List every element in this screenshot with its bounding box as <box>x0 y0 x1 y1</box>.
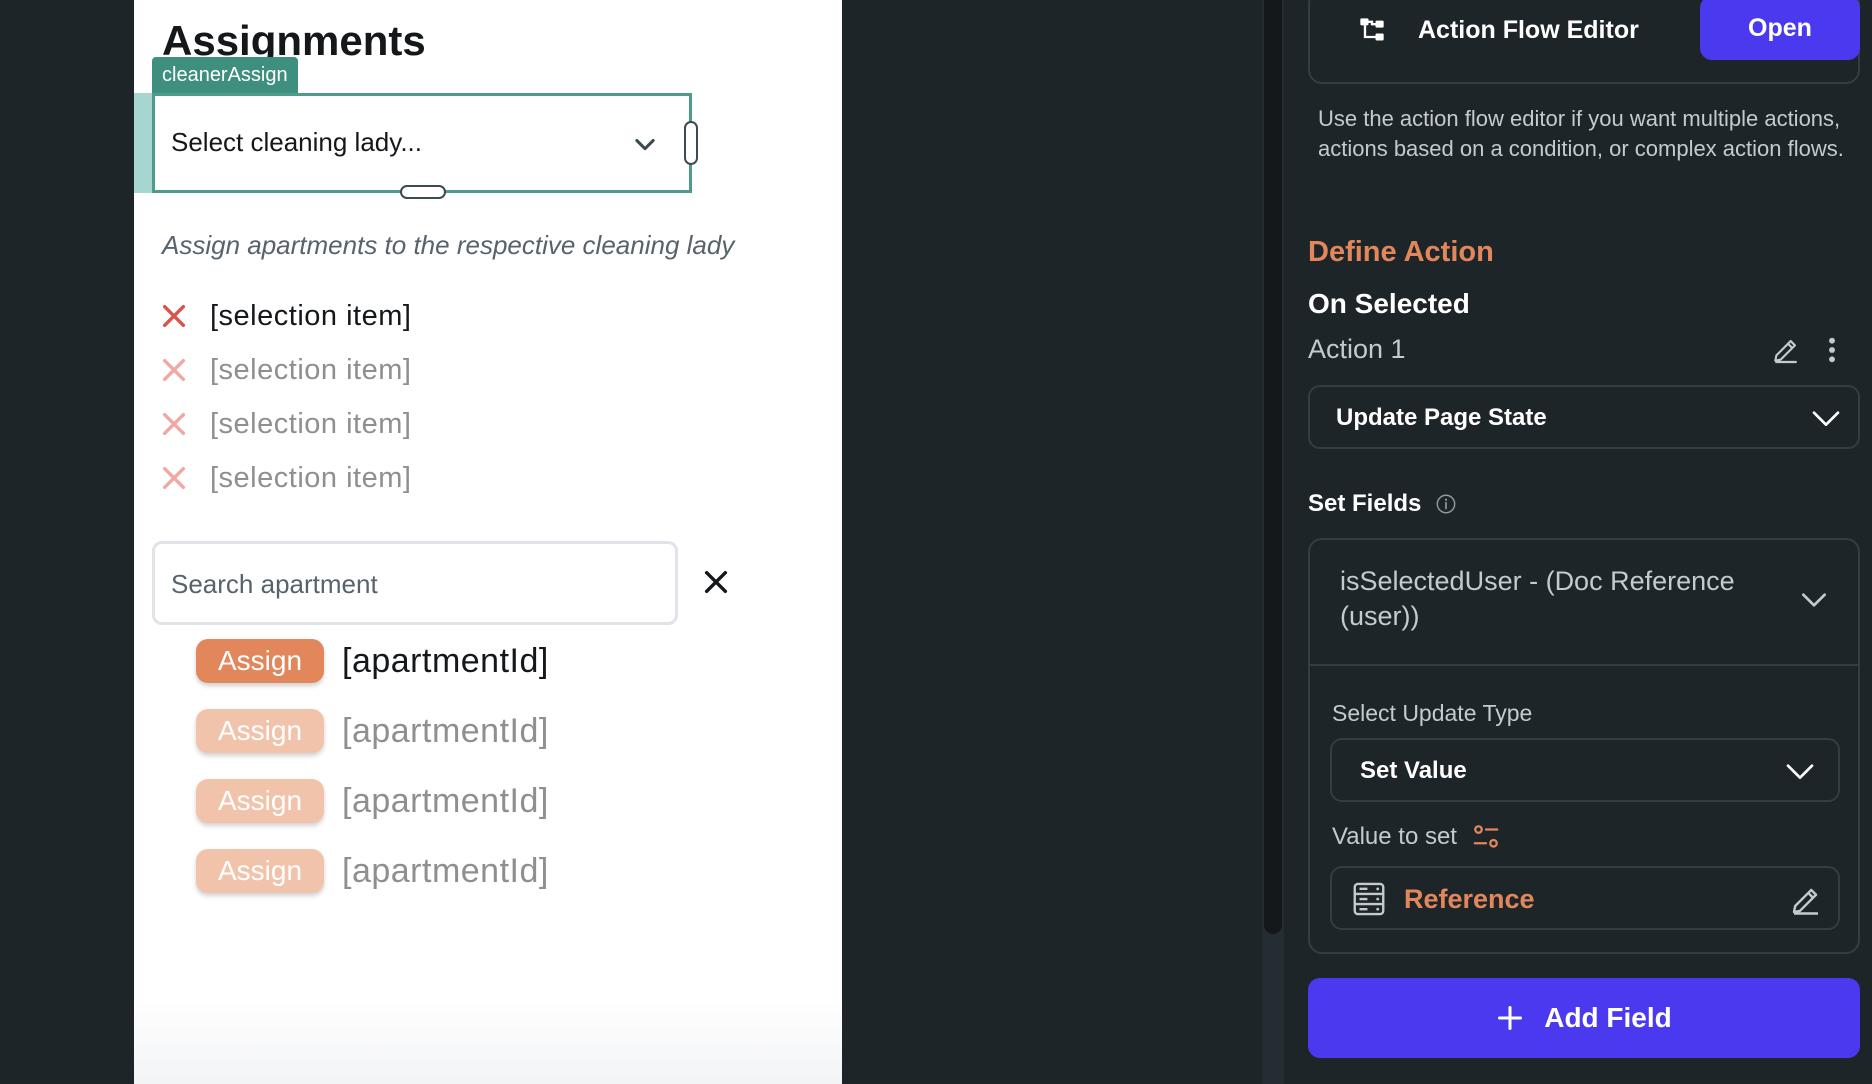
phone-preview: Assignments cleanerAssign Select cleanin… <box>134 0 842 1084</box>
resize-handle-bottom[interactable] <box>400 185 446 199</box>
search-apartment-input[interactable]: Search apartment <box>152 541 678 625</box>
open-action-flow-editor-button[interactable]: Open <box>1700 0 1860 60</box>
chevron-down-icon <box>1812 411 1840 426</box>
apartment-id: [apartmentId] <box>342 711 549 750</box>
chevron-down-icon <box>1802 593 1826 607</box>
selection-handle-bar <box>134 93 152 193</box>
action-type-value: Update Page State <box>1336 404 1547 431</box>
field-name: isSelectedUser - (Doc Reference (user)) <box>1340 566 1735 631</box>
selection-item-label: [selection item] <box>210 353 412 386</box>
close-icon[interactable] <box>158 408 190 440</box>
selection-item: [selection item] <box>158 404 411 444</box>
apartment-id: [apartmentId] <box>342 641 549 680</box>
flow-icon <box>1360 18 1384 41</box>
action-flow-editor-description: Use the action flow editor if you want m… <box>1318 106 1844 161</box>
close-icon[interactable] <box>158 300 190 332</box>
define-action-heading: Define Action <box>1308 236 1494 268</box>
pencil-icon[interactable] <box>1788 882 1824 918</box>
more-vertical-icon[interactable] <box>1824 334 1840 366</box>
trigger-label: On Selected <box>1308 288 1470 319</box>
apartment-row: Assign [apartmentId] <box>196 637 549 685</box>
selection-item-label: [selection item] <box>210 299 412 332</box>
chevron-down-icon <box>635 138 655 151</box>
panel-scrollbar-thumb[interactable] <box>1264 0 1282 934</box>
resize-handle-right[interactable] <box>684 121 698 165</box>
selection-item: [selection item] <box>158 296 411 336</box>
selection-item: [selection item] <box>158 458 411 498</box>
assign-button[interactable]: Assign <box>196 779 324 823</box>
update-type-value: Set Value <box>1360 757 1467 784</box>
action-type-dropdown[interactable]: Update Page State <box>1308 385 1860 449</box>
plus-icon <box>1498 1005 1523 1031</box>
add-field-button[interactable]: Add Field <box>1308 978 1860 1058</box>
update-type-label: Select Update Type <box>1332 700 1533 726</box>
action-flow-editor-title: Action Flow Editor <box>1418 16 1639 44</box>
apartment-id: [apartmentId] <box>342 851 549 890</box>
set-fields-text: Set Fields <box>1308 490 1422 517</box>
widget-name-tag: cleanerAssign <box>152 57 298 93</box>
field-header[interactable]: isSelectedUser - (Doc Reference (user)) <box>1310 540 1858 666</box>
properties-panel: Action Flow Editor Open Use the action f… <box>1284 0 1872 1084</box>
pencil-icon[interactable] <box>1770 334 1802 366</box>
apartment-row: Assign [apartmentId] <box>196 847 549 895</box>
selection-item-label: [selection item] <box>210 407 412 440</box>
update-type-dropdown[interactable]: Set Value <box>1330 738 1840 802</box>
selection-item-label: [selection item] <box>210 461 412 494</box>
info-icon[interactable] <box>1435 493 1457 515</box>
action-flow-editor-card: Action Flow Editor Open <box>1308 0 1860 84</box>
search-placeholder: Search apartment <box>171 569 378 599</box>
close-icon[interactable] <box>158 462 190 494</box>
assign-hint-text: Assign apartments to the respective clea… <box>162 230 735 260</box>
add-field-label: Add Field <box>1544 1002 1672 1033</box>
cleaner-dropdown[interactable]: Select cleaning lady... <box>152 93 692 193</box>
apartment-id: [apartmentId] <box>342 781 549 820</box>
assign-button[interactable]: Assign <box>196 639 324 683</box>
set-fields-label: Set Fields <box>1308 490 1457 518</box>
value-reference-label: Reference <box>1404 884 1535 914</box>
variable-icon[interactable] <box>1471 822 1501 852</box>
apartment-row: Assign [apartmentId] <box>196 707 549 755</box>
chevron-down-icon <box>1786 764 1814 779</box>
value-to-set-text: Value to set <box>1332 823 1457 850</box>
dropdown-placeholder: Select cleaning lady... <box>171 127 422 157</box>
selection-item: [selection item] <box>158 350 411 390</box>
close-icon[interactable] <box>700 566 732 598</box>
database-icon <box>1353 882 1385 916</box>
value-to-set-label: Value to set <box>1332 822 1501 852</box>
apartment-row: Assign [apartmentId] <box>196 777 549 825</box>
assign-button[interactable]: Assign <box>196 709 324 753</box>
assign-button[interactable]: Assign <box>196 849 324 893</box>
action-name: Action 1 <box>1308 334 1406 364</box>
close-icon[interactable] <box>158 354 190 386</box>
field-card: isSelectedUser - (Doc Reference (user)) … <box>1308 538 1860 954</box>
value-reference-box[interactable]: Reference <box>1330 866 1840 930</box>
